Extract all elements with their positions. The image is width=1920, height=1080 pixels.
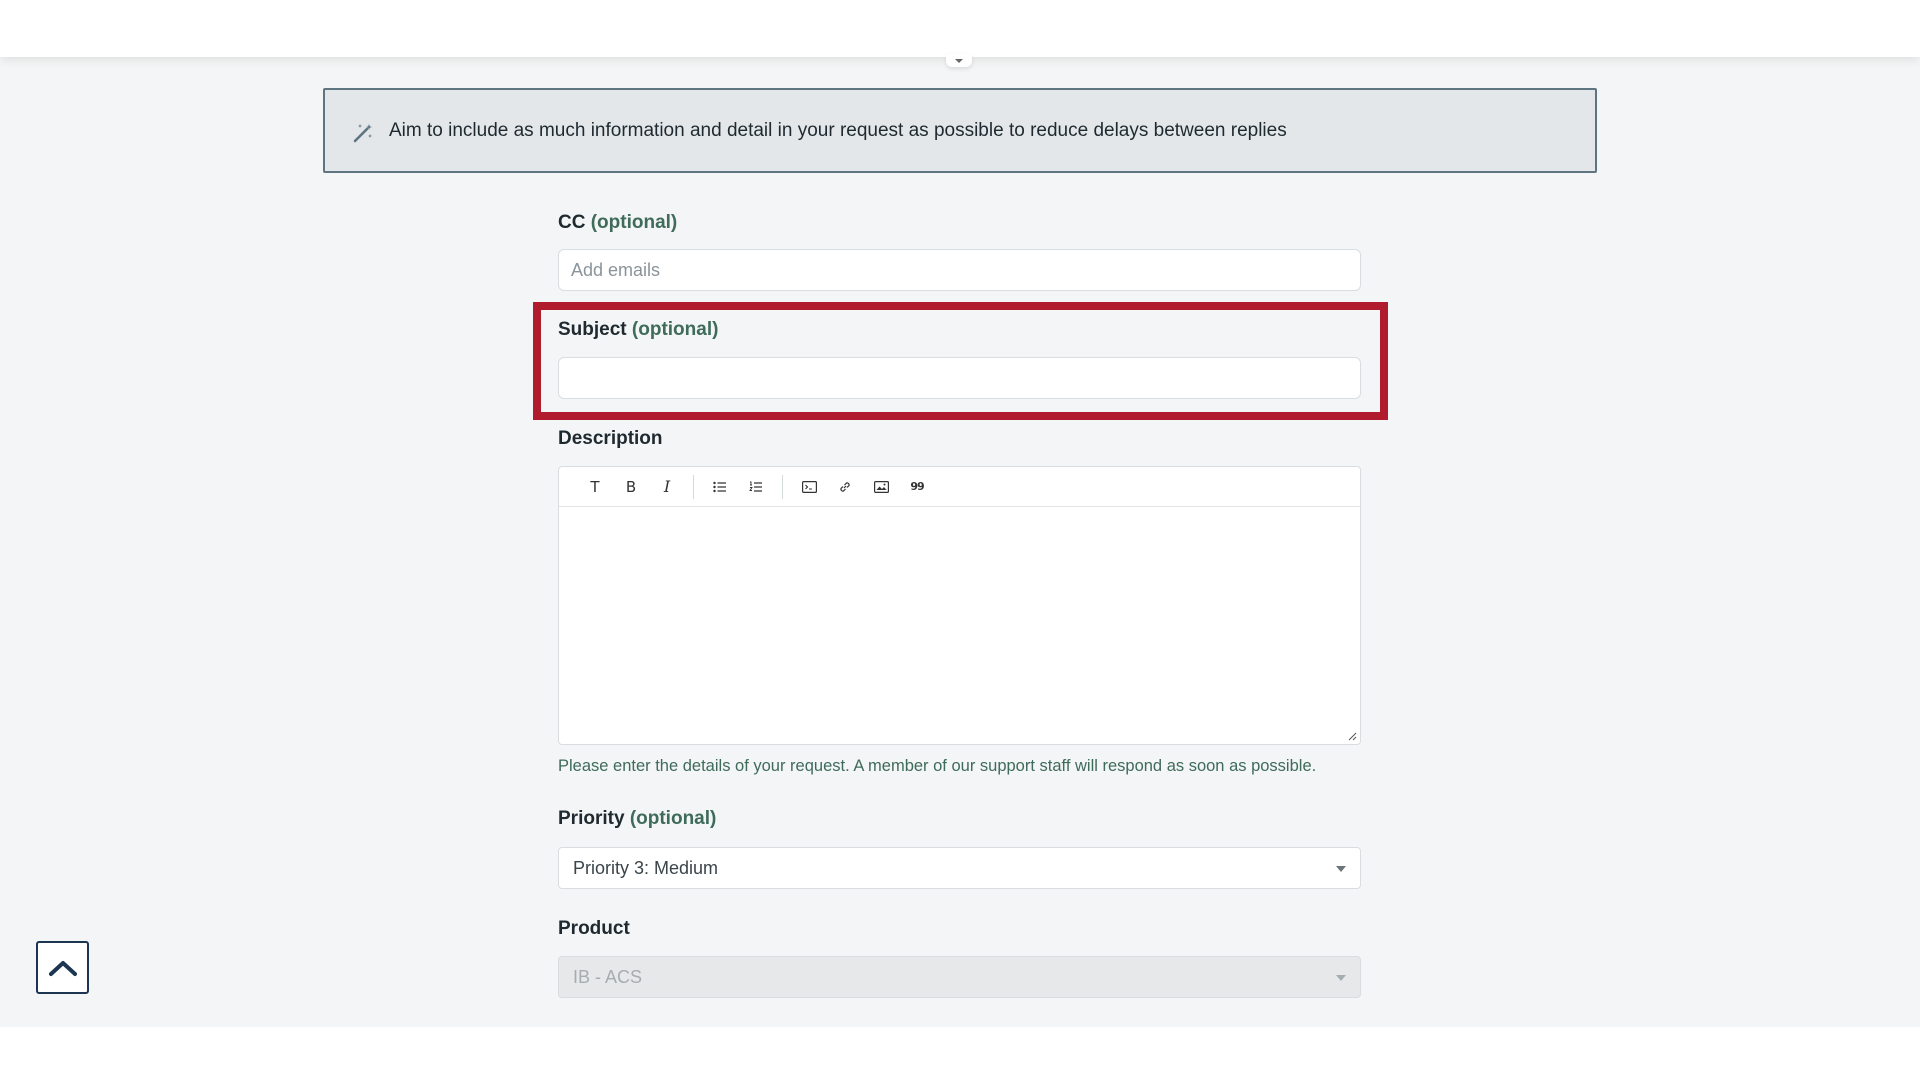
priority-optional-tag: (optional)	[629, 808, 717, 829]
cc-placeholder: Add emails	[571, 259, 661, 280]
bold-button[interactable]: B	[613, 472, 649, 502]
toolbar-divider	[782, 474, 783, 499]
description-label: Description	[558, 428, 1361, 450]
cc-email-input[interactable]: Add emails	[558, 249, 1361, 291]
product-select: IB - ACS	[558, 956, 1361, 998]
notice-text: Aim to include as much information and d…	[389, 119, 1287, 141]
quote-button[interactable]: 99	[899, 472, 935, 502]
priority-select[interactable]: Priority 3: Medium	[558, 847, 1361, 889]
cc-optional-tag: (optional)	[590, 212, 678, 233]
italic-icon: I	[663, 477, 671, 496]
subject-label-text: Subject	[558, 319, 627, 340]
cc-label-text: CC	[558, 212, 586, 233]
chevron-down-icon	[955, 58, 963, 63]
bullet-list-button[interactable]	[702, 472, 738, 502]
bottom-footer-bar	[0, 1027, 1920, 1080]
description-label-text: Description	[558, 428, 663, 449]
description-helper-text: Please enter the details of your request…	[558, 757, 1317, 775]
editor-toolbar: T B I 99	[559, 467, 1360, 507]
bold-icon: B	[625, 477, 637, 496]
magic-wand-icon	[353, 123, 372, 142]
image-button[interactable]	[863, 472, 899, 502]
dropdown-caret-icon	[1336, 866, 1346, 872]
description-editor[interactable]: T B I 99	[558, 466, 1361, 745]
priority-selected-value: Priority 3: Medium	[573, 857, 719, 878]
chevron-up-icon	[48, 960, 77, 976]
priority-label: Priority (optional)	[558, 808, 1361, 830]
link-button[interactable]	[827, 472, 863, 502]
top-header-bar	[0, 0, 1920, 57]
product-selected-value: IB - ACS	[573, 966, 643, 987]
dropdown-caret-icon	[1336, 975, 1346, 981]
toolbar-divider	[693, 474, 694, 499]
bullet-list-icon	[713, 481, 726, 492]
cc-label: CC (optional)	[558, 212, 1361, 234]
product-label-text: Product	[558, 918, 630, 939]
code-block-icon	[801, 480, 817, 493]
quote-icon: 99	[910, 480, 924, 493]
resize-handle-icon[interactable]	[1347, 731, 1357, 741]
code-block-button[interactable]	[791, 472, 827, 502]
italic-button[interactable]: I	[649, 472, 685, 502]
text-style-icon: T	[590, 477, 600, 496]
subject-optional-tag: (optional)	[631, 319, 719, 340]
numbered-list-icon	[749, 481, 762, 492]
link-icon	[840, 481, 850, 492]
product-label: Product	[558, 918, 1361, 940]
collapse-header-toggle[interactable]	[946, 54, 972, 67]
subject-label: Subject (optional)	[558, 319, 1361, 341]
info-notice: Aim to include as much information and d…	[323, 88, 1597, 173]
subject-input[interactable]	[558, 357, 1361, 399]
scroll-to-top-button[interactable]	[36, 941, 89, 994]
image-icon	[873, 480, 889, 493]
priority-label-text: Priority	[558, 808, 625, 829]
numbered-list-button[interactable]	[738, 472, 774, 502]
text-style-button[interactable]: T	[577, 472, 613, 502]
